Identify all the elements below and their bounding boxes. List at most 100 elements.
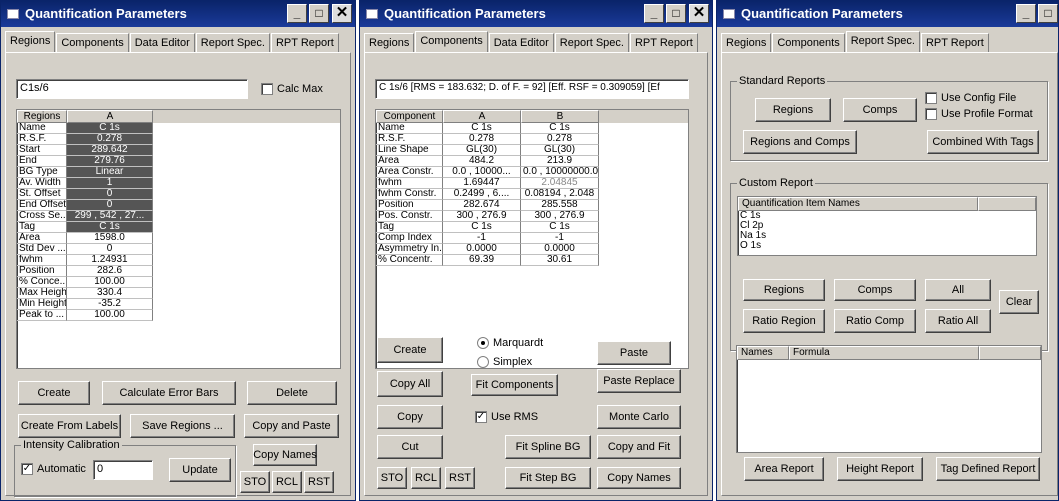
table-row[interactable]: Name C 1s C 1s [376, 123, 688, 134]
cell-value-a[interactable]: 1.24931 [67, 255, 153, 266]
create-button[interactable]: Create [18, 381, 90, 405]
cell-value-b[interactable]: 0.0000 [521, 244, 599, 255]
cell-value-a[interactable]: C 1s [67, 222, 153, 233]
table-row[interactable]: Position 282.674 285.558 [376, 200, 688, 211]
create-from-labels-button[interactable]: Create From Labels [18, 414, 121, 438]
paste-button[interactable]: Paste [597, 341, 671, 365]
cell-value-a[interactable]: 282.6 [67, 266, 153, 277]
cell-value-b[interactable]: C 1s [521, 123, 599, 134]
cell-value-a[interactable]: 1598.0 [67, 233, 153, 244]
custom-all-button[interactable]: All [925, 279, 991, 301]
regions-and-comps-button[interactable]: Regions and Comps [743, 130, 857, 154]
automatic-checkbox[interactable]: ✓ Automatic [21, 463, 86, 475]
clear-button[interactable]: Clear [999, 290, 1039, 314]
title-bar[interactable]: Quantification Parameters _ □ ✕ [360, 1, 712, 27]
table-row[interactable]: Pos. Constr. 300 , 276.9 300 , 276.9 [376, 211, 688, 222]
copy-and-paste-button[interactable]: Copy and Paste [244, 414, 339, 438]
table-row[interactable]: Min Height -35.2 [17, 299, 340, 310]
copy-and-fit-button[interactable]: Copy and Fit [597, 435, 681, 459]
tab-data-editor[interactable]: Data Editor [488, 33, 554, 52]
cell-value-a[interactable]: 282.674 [443, 200, 521, 211]
tab-report-spec[interactable]: Report Spec. [845, 31, 920, 52]
cell-value-b[interactable]: 213.9 [521, 156, 599, 167]
cell-value-a[interactable]: 0.278 [67, 134, 153, 145]
table-row[interactable]: Name C 1s [17, 123, 340, 134]
table-row[interactable]: Start 289.642 [17, 145, 340, 156]
list-item[interactable]: Cl 2p [738, 221, 1036, 231]
custom-comps-button[interactable]: Comps [834, 279, 916, 301]
list-item[interactable]: O 1s [738, 241, 1036, 251]
tab-report-spec[interactable]: Report Spec. [554, 33, 629, 52]
ratio-comp-button[interactable]: Ratio Comp [834, 309, 916, 333]
close-icon[interactable]: ✕ [332, 4, 352, 23]
copy-names-button[interactable]: Copy Names [253, 444, 317, 466]
cell-value-a[interactable]: 484.2 [443, 156, 521, 167]
update-button[interactable]: Update [169, 458, 231, 482]
minimize-icon[interactable]: _ [287, 4, 307, 23]
cell-value-a[interactable]: C 1s [443, 123, 521, 134]
cell-value-b[interactable]: C 1s [521, 222, 599, 233]
use-config-file-checkbox[interactable]: Use Config File [925, 92, 1016, 104]
sto-button[interactable]: STO [377, 467, 407, 489]
tab-components[interactable]: Components [56, 33, 129, 52]
cell-value-b[interactable]: 2.04845 [521, 178, 599, 189]
table-row[interactable]: Std Dev ... 0 [17, 244, 340, 255]
tab-regions[interactable]: Regions [5, 31, 56, 52]
table-row[interactable]: Area Constr. 0.0 , 10000... 0.0 , 10000000… [376, 167, 688, 178]
copy-names-button[interactable]: Copy Names [597, 467, 681, 489]
cell-value-a[interactable]: 69.39 [443, 255, 521, 266]
simplex-radio[interactable]: Simplex [477, 356, 532, 368]
tab-regions[interactable]: Regions [721, 33, 772, 52]
names-formula-list[interactable]: Names Formula [736, 345, 1042, 453]
calibration-value-input[interactable]: 0 [93, 460, 153, 480]
monte-carlo-button[interactable]: Monte Carlo [597, 405, 681, 429]
tab-rpt-report[interactable]: RPT Report [629, 33, 698, 52]
table-row[interactable]: End 279.76 [17, 156, 340, 167]
calculate-error-bars-button[interactable]: Calculate Error Bars [102, 381, 236, 405]
components-grid[interactable]: Component A B Name C 1s C 1s R.S.F. 0.278 0.2… [375, 109, 689, 369]
combined-with-tags-button[interactable]: Combined With Tags [927, 130, 1039, 154]
cut-button[interactable]: Cut [377, 435, 443, 459]
title-bar[interactable]: Quantification Parameters _ □ [717, 1, 1058, 27]
cell-value-a[interactable]: 0.278 [443, 134, 521, 145]
cell-value-a[interactable]: Linear [67, 167, 153, 178]
cell-value-b[interactable]: GL(30) [521, 145, 599, 156]
maximize-icon[interactable]: □ [1038, 4, 1058, 23]
cell-value-a[interactable]: C 1s [67, 123, 153, 134]
minimize-icon[interactable]: _ [1016, 4, 1036, 23]
cell-value-a[interactable]: 0 [67, 189, 153, 200]
area-report-button[interactable]: Area Report [744, 457, 824, 481]
cell-value-a[interactable]: 289.642 [67, 145, 153, 156]
tab-rpt-report[interactable]: RPT Report [270, 33, 339, 52]
table-row[interactable]: Tag C 1s [17, 222, 340, 233]
table-row[interactable]: R.S.F. 0.278 [17, 134, 340, 145]
fit-components-button[interactable]: Fit Components [471, 374, 558, 396]
regions-report-button[interactable]: Regions [755, 98, 831, 122]
table-row[interactable]: Av. Width 1 [17, 178, 340, 189]
cell-value-a[interactable]: -1 [443, 233, 521, 244]
table-row[interactable]: fwhm 1.24931 [17, 255, 340, 266]
comps-report-button[interactable]: Comps [843, 98, 917, 122]
table-row[interactable]: End Offset 0 [17, 200, 340, 211]
cell-value-a[interactable]: 100.00 [67, 310, 153, 321]
maximize-icon[interactable]: □ [666, 4, 686, 23]
cell-value-a[interactable]: 0.2499 , 6.... [443, 189, 521, 200]
use-profile-format-checkbox[interactable]: Use Profile Format [925, 108, 1033, 120]
cell-value-a[interactable]: -35.2 [67, 299, 153, 310]
copy-button[interactable]: Copy [377, 405, 443, 429]
list-item[interactable]: C 1s [738, 211, 1036, 221]
table-row[interactable]: R.S.F. 0.278 0.278 [376, 134, 688, 145]
table-row[interactable]: Asymmetry In... 0.0000 0.0000 [376, 244, 688, 255]
table-row[interactable]: St. Offset 0 [17, 189, 340, 200]
rcl-button[interactable]: RCL [411, 467, 441, 489]
cell-value-a[interactable]: 279.76 [67, 156, 153, 167]
delete-button[interactable]: Delete [247, 381, 337, 405]
fit-spline-bg-button[interactable]: Fit Spline BG [505, 435, 591, 459]
marquardt-radio[interactable]: Marquardt [477, 337, 543, 349]
tab-report-spec[interactable]: Report Spec. [195, 33, 270, 52]
copy-all-button[interactable]: Copy All [377, 371, 443, 397]
cell-value-b[interactable]: 0.08194 , 2.048 [521, 189, 599, 200]
cell-value-a[interactable]: 0.0000 [443, 244, 521, 255]
table-row[interactable]: Area 1598.0 [17, 233, 340, 244]
rst-button[interactable]: RST [445, 467, 475, 489]
